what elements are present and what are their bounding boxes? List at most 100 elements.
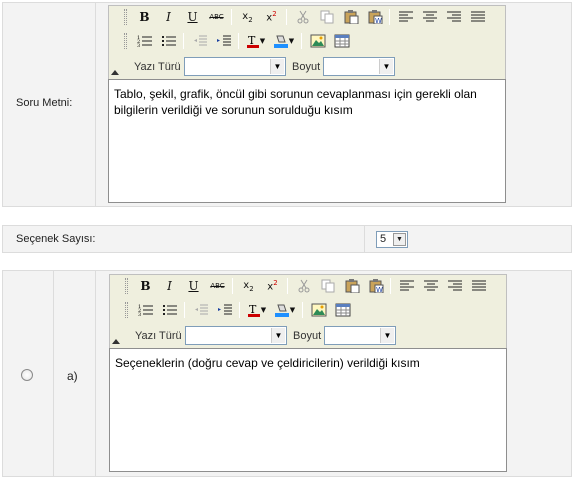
- unordered-list-button[interactable]: [157, 32, 180, 50]
- size-label: Boyut: [292, 61, 321, 73]
- cut-button[interactable]: [291, 8, 314, 26]
- font-family-select[interactable]: ▼: [185, 326, 287, 345]
- align-right-icon: [446, 10, 462, 24]
- question-label: Soru Metni:: [16, 97, 73, 109]
- background-color-button[interactable]: ▼: [270, 32, 298, 50]
- toolbar-separator: [232, 278, 233, 294]
- font-size-select[interactable]: ▼: [324, 326, 396, 345]
- options-count-select[interactable]: 5 ▼: [376, 231, 408, 248]
- indent-button[interactable]: [212, 32, 235, 50]
- italic-icon: I: [167, 279, 172, 293]
- correct-answer-radio[interactable]: [21, 369, 33, 381]
- justify-button[interactable]: [466, 8, 489, 26]
- insert-table-button[interactable]: [331, 301, 354, 319]
- toolbar-separator: [302, 302, 303, 318]
- superscript-button[interactable]: x2: [260, 8, 283, 26]
- font-label: Yazı Türü: [135, 330, 182, 342]
- copy-button[interactable]: [316, 277, 339, 295]
- paste-word-button[interactable]: W: [363, 8, 386, 26]
- align-right-button[interactable]: [442, 8, 465, 26]
- size-label: Boyut: [293, 330, 322, 342]
- indent-icon: [217, 303, 233, 317]
- subscript-button[interactable]: x2: [237, 277, 260, 295]
- underline-button[interactable]: U: [182, 277, 205, 295]
- bold-button[interactable]: B: [133, 8, 156, 26]
- divider: [95, 3, 96, 206]
- align-center-icon: [422, 10, 438, 24]
- paste-button[interactable]: [340, 277, 363, 295]
- font-size-select[interactable]: ▼: [323, 57, 395, 76]
- underline-icon: U: [187, 10, 198, 24]
- align-left-button[interactable]: [394, 8, 417, 26]
- insert-image-button[interactable]: [306, 32, 329, 50]
- ordered-list-button[interactable]: 123: [134, 301, 157, 319]
- paste-button[interactable]: [339, 8, 362, 26]
- superscript-icon: x2: [266, 10, 277, 24]
- outdent-button[interactable]: [189, 301, 212, 319]
- indent-button[interactable]: [213, 301, 236, 319]
- italic-button[interactable]: I: [158, 277, 181, 295]
- table-icon: [334, 34, 350, 48]
- bold-icon: B: [139, 10, 150, 24]
- toolbar-separator: [301, 33, 302, 49]
- toolbar-separator: [231, 9, 232, 25]
- resize-handle[interactable]: [111, 70, 119, 75]
- resize-handle[interactable]: [112, 339, 120, 344]
- align-center-button[interactable]: [419, 277, 442, 295]
- toolbar-separator: [390, 278, 391, 294]
- paste-word-button[interactable]: W: [364, 277, 387, 295]
- italic-button[interactable]: I: [157, 8, 180, 26]
- strikethrough-icon: ABC: [210, 282, 225, 290]
- question-editor[interactable]: Tablo, şekil, grafik, öncül gibi sorunun…: [108, 79, 506, 203]
- superscript-icon: x2: [267, 279, 278, 293]
- toolbar-separator: [238, 33, 239, 49]
- bold-button[interactable]: B: [134, 277, 157, 295]
- toolbar-separator: [286, 9, 287, 25]
- outdent-button[interactable]: [188, 32, 211, 50]
- toolbar-grip[interactable]: [125, 278, 128, 294]
- outdent-icon: [192, 34, 208, 48]
- unordered-list-button[interactable]: [158, 301, 181, 319]
- align-left-icon: [398, 10, 414, 24]
- toolbar-grip[interactable]: [125, 302, 128, 318]
- ordered-list-button[interactable]: 123: [133, 32, 156, 50]
- background-color-button[interactable]: ▼: [271, 301, 299, 319]
- justify-button[interactable]: [467, 277, 490, 295]
- ordered-list-icon: 123: [137, 34, 153, 48]
- svg-text:W: W: [375, 17, 382, 24]
- align-center-button[interactable]: [418, 8, 441, 26]
- option-a-editor[interactable]: Seçeneklerin (doğru cevap ve çeldiricile…: [109, 348, 507, 472]
- strikethrough-icon: ABC: [209, 13, 224, 21]
- cut-button[interactable]: [292, 277, 315, 295]
- toolbar-separator: [239, 302, 240, 318]
- insert-table-button[interactable]: [330, 32, 353, 50]
- toolbar-separator: [184, 302, 185, 318]
- paste-word-icon: W: [367, 10, 383, 24]
- subscript-button[interactable]: x2: [236, 8, 259, 26]
- insert-image-button[interactable]: [307, 301, 330, 319]
- unordered-list-icon: [161, 34, 177, 48]
- align-right-icon: [447, 279, 463, 293]
- image-icon: [311, 303, 327, 317]
- toolbar-grip[interactable]: [124, 9, 127, 25]
- superscript-button[interactable]: x2: [261, 277, 284, 295]
- paste-icon: [343, 10, 359, 24]
- strikethrough-button[interactable]: ABC: [205, 8, 228, 26]
- font-family-select[interactable]: ▼: [184, 57, 286, 76]
- chevron-down-icon: ▼: [380, 328, 394, 343]
- align-left-button[interactable]: [395, 277, 418, 295]
- align-right-button[interactable]: [443, 277, 466, 295]
- text-color-button[interactable]: T ▼: [244, 301, 270, 319]
- cut-icon: [295, 10, 311, 24]
- toolbar-grip[interactable]: [124, 33, 127, 49]
- background-color-icon: ▼: [274, 303, 295, 317]
- text-color-icon: T ▼: [247, 303, 267, 317]
- strikethrough-button[interactable]: ABC: [206, 277, 229, 295]
- copy-button[interactable]: [315, 8, 338, 26]
- text-color-button[interactable]: T ▼: [243, 32, 269, 50]
- options-count-value: 5: [380, 233, 387, 245]
- text-color-icon: T ▼: [246, 34, 266, 48]
- question-editor-text: Tablo, şekil, grafik, öncül gibi sorunun…: [114, 87, 477, 117]
- chevron-down-icon: ▼: [379, 59, 393, 74]
- underline-button[interactable]: U: [181, 8, 204, 26]
